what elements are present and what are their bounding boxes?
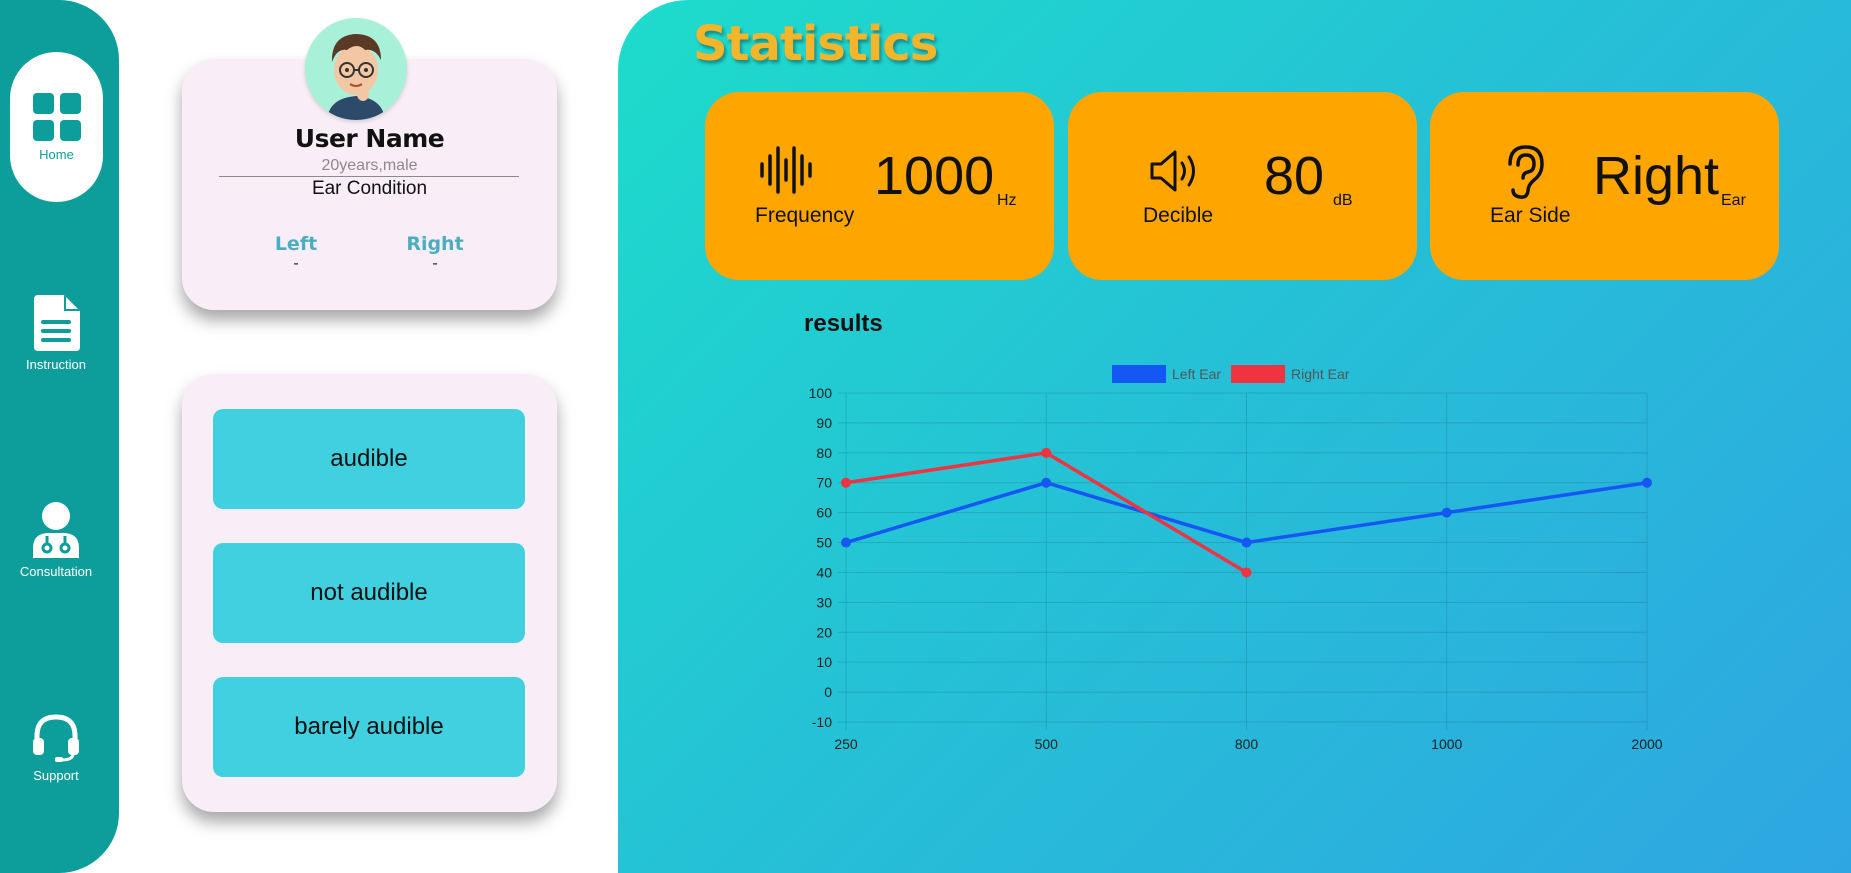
nav-instruction[interactable]: Instruction (0, 295, 112, 372)
user-name: User Name (294, 124, 445, 153)
right-ear-label: Right (406, 233, 464, 255)
volume-icon (1150, 150, 1195, 192)
decible-card: Decible 80 dB (1068, 92, 1417, 280)
nav-instruction-label: Instruction (26, 357, 86, 372)
not-audible-button[interactable]: not audible (213, 543, 525, 643)
ear-side-value: Right (1593, 146, 1720, 206)
avatar-illustration (305, 18, 407, 120)
nav-consultation[interactable]: Consultation (0, 502, 112, 579)
ear-side-card: Ear Side Right Ear (1430, 92, 1779, 280)
sound-wave-icon (760, 146, 812, 194)
nav-consultation-label: Consultation (19, 564, 93, 579)
frequency-label: Frequency (755, 204, 855, 227)
decible-unit: dB (1333, 192, 1353, 209)
dashboard-grid-icon (32, 92, 81, 141)
app-root: Home Instruction Consultation Support Us… (0, 0, 1851, 873)
profile-divider (219, 176, 519, 177)
audible-button[interactable]: audible (213, 409, 525, 509)
decible-value: 80 (1264, 146, 1325, 206)
ear-side-unit: Ear (1721, 192, 1746, 209)
user-meta: 20years,male (321, 157, 418, 174)
decible-label: Decible (1143, 204, 1214, 227)
chart-title: results (804, 310, 883, 337)
ear-icon (1508, 145, 1544, 199)
nav-support-label: Support (33, 768, 79, 783)
left-ear-value: - (293, 255, 299, 272)
left-ear-label: Left (274, 233, 318, 255)
avatar (305, 18, 407, 120)
left-ear-condition: Left - (256, 233, 336, 273)
document-icon (34, 295, 80, 351)
frequency-unit: Hz (997, 192, 1017, 209)
headset-icon (33, 714, 79, 762)
statistics-title: Statistics (693, 16, 938, 72)
nav-support[interactable]: Support (0, 712, 112, 783)
sidebar: Home Instruction Consultation Support (0, 0, 119, 873)
nav-home-label: Home (39, 146, 74, 162)
ear-side-label: Ear Side (1490, 204, 1571, 227)
nav-home[interactable]: Home (10, 52, 103, 202)
ear-condition-heading: Ear Condition (311, 178, 428, 199)
doctor-icon (33, 502, 79, 558)
frequency-card: Frequency 1000 Hz (705, 92, 1054, 280)
barely-audible-button[interactable]: barely audible (213, 677, 525, 777)
right-ear-condition: Right - (395, 233, 475, 273)
right-ear-value: - (432, 255, 438, 272)
frequency-value: 1000 (874, 146, 995, 206)
